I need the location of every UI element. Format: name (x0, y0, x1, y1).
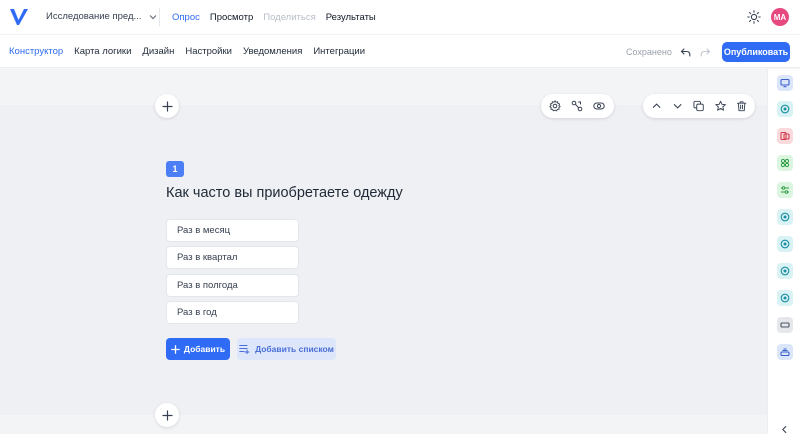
plus-icon (161, 100, 173, 112)
radio-icon (780, 212, 790, 222)
nav-item-stack[interactable] (777, 344, 793, 360)
grid-icon (780, 158, 790, 168)
tab-integrations[interactable]: Интеграции (313, 46, 365, 57)
answer-option[interactable]: Раз в квартал (166, 246, 299, 269)
nav-item-grid[interactable] (777, 155, 793, 171)
radio-icon (780, 239, 790, 249)
question-number-badge: 1 (166, 161, 184, 177)
tab-settings[interactable]: Настройки (185, 46, 232, 57)
save-status: Сохранено (626, 47, 672, 57)
answer-option[interactable]: Раз в полгода (166, 274, 299, 297)
plus-icon (171, 344, 180, 354)
chevron-down-icon[interactable] (672, 100, 683, 112)
gear-icon[interactable] (549, 100, 561, 112)
pages-icon (780, 131, 790, 141)
redo-icon[interactable] (700, 47, 711, 58)
star-icon[interactable] (714, 100, 726, 112)
question-settings-toolbar (541, 94, 614, 118)
avatar[interactable]: MA (771, 8, 789, 26)
nav-item-screen[interactable] (777, 75, 793, 91)
question-canvas (0, 105, 767, 415)
answer-option[interactable]: Раз в год (166, 301, 299, 324)
question-navigator (767, 69, 800, 434)
radio-icon (780, 293, 790, 303)
divider (159, 8, 160, 26)
chevron-left-icon[interactable] (780, 425, 789, 434)
add-block-button-top[interactable] (155, 94, 179, 118)
undo-icon[interactable] (680, 47, 691, 58)
copy-icon[interactable] (693, 100, 705, 112)
nav-share[interactable]: Поделиться (263, 12, 315, 23)
tab-notifications[interactable]: Уведомления (243, 46, 302, 57)
add-option-button[interactable]: Добавить (166, 338, 230, 360)
add-list-label: Добавить списком (255, 344, 334, 354)
add-block-button-bottom[interactable] (155, 403, 179, 427)
trash-icon[interactable] (736, 100, 747, 112)
logo-v-icon[interactable] (9, 7, 29, 27)
nav-item-sliders[interactable] (777, 182, 793, 198)
nav-item-question[interactable] (777, 236, 793, 252)
nav-item-question[interactable] (777, 263, 793, 279)
nav-item-question[interactable] (777, 209, 793, 225)
publish-button[interactable]: Опубликовать (722, 42, 790, 62)
nav-preview[interactable]: Просмотр (210, 12, 253, 23)
tab-design[interactable]: Дизайн (142, 46, 174, 57)
sliders-icon (781, 186, 789, 194)
logic-icon[interactable] (571, 100, 583, 112)
builder-toolbar: Конструктор Карта логики Дизайн Настройк… (0, 34, 800, 68)
sun-icon[interactable] (747, 10, 761, 24)
nav-survey[interactable]: Опрос (172, 12, 200, 23)
add-list-button[interactable]: Добавить списком (237, 338, 336, 360)
visibility-icon[interactable] (593, 100, 605, 112)
input-box-icon (780, 322, 790, 328)
chevron-down-icon (150, 14, 157, 19)
tab-logic-map[interactable]: Карта логики (74, 46, 131, 57)
nav-results[interactable]: Результаты (326, 12, 376, 23)
radio-icon (780, 266, 790, 276)
nav-item-question[interactable] (777, 101, 793, 117)
chevron-up-icon[interactable] (651, 100, 662, 112)
nav-item-input[interactable] (777, 317, 793, 333)
add-option-label: Добавить (183, 344, 226, 354)
list-add-icon (239, 344, 250, 354)
question-actions-toolbar (643, 94, 755, 118)
survey-title: Исследование пред... (46, 11, 142, 22)
answer-option[interactable]: Раз в месяц (166, 219, 299, 242)
screen-icon (780, 78, 790, 88)
top-nav: Опрос Просмотр Поделиться Результаты (172, 12, 376, 23)
question-title[interactable]: Как часто вы приобретаете одежду (166, 185, 403, 201)
top-bar: Исследование пред... Опрос Просмотр Поде… (0, 0, 800, 34)
radio-icon (780, 104, 790, 114)
plus-icon (161, 409, 173, 421)
tab-constructor[interactable]: Конструктор (9, 46, 63, 57)
survey-selector[interactable]: Исследование пред... (46, 11, 157, 22)
stack-icon (780, 348, 790, 357)
canvas-bottom-area (0, 415, 767, 434)
nav-item-question[interactable] (777, 290, 793, 306)
nav-item-pages[interactable] (777, 128, 793, 144)
builder-tabs: Конструктор Карта логики Дизайн Настройк… (9, 46, 365, 57)
